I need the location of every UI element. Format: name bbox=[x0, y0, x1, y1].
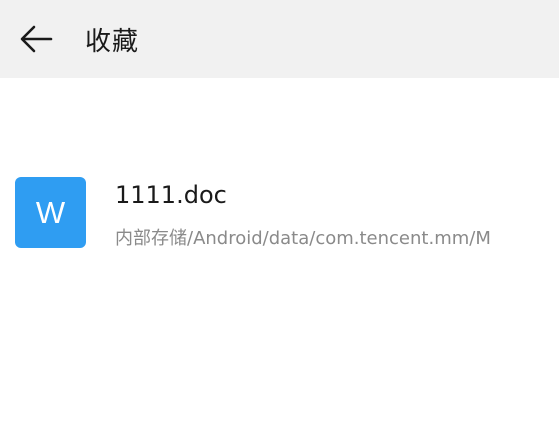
top-bar: 收藏 bbox=[0, 0, 559, 78]
page-title: 收藏 bbox=[85, 26, 140, 57]
file-name: 1111.doc bbox=[115, 181, 227, 209]
favorites-screen: 收藏 W 1111.doc 内部存储/Android/data/com.tenc… bbox=[0, 0, 559, 432]
word-doc-icon: W bbox=[15, 177, 86, 248]
arrow-left-icon bbox=[20, 25, 53, 53]
back-button[interactable] bbox=[12, 15, 60, 63]
file-icon-letter: W bbox=[35, 194, 66, 230]
file-path: 内部存储/Android/data/com.tencent.mm/M bbox=[115, 228, 491, 249]
